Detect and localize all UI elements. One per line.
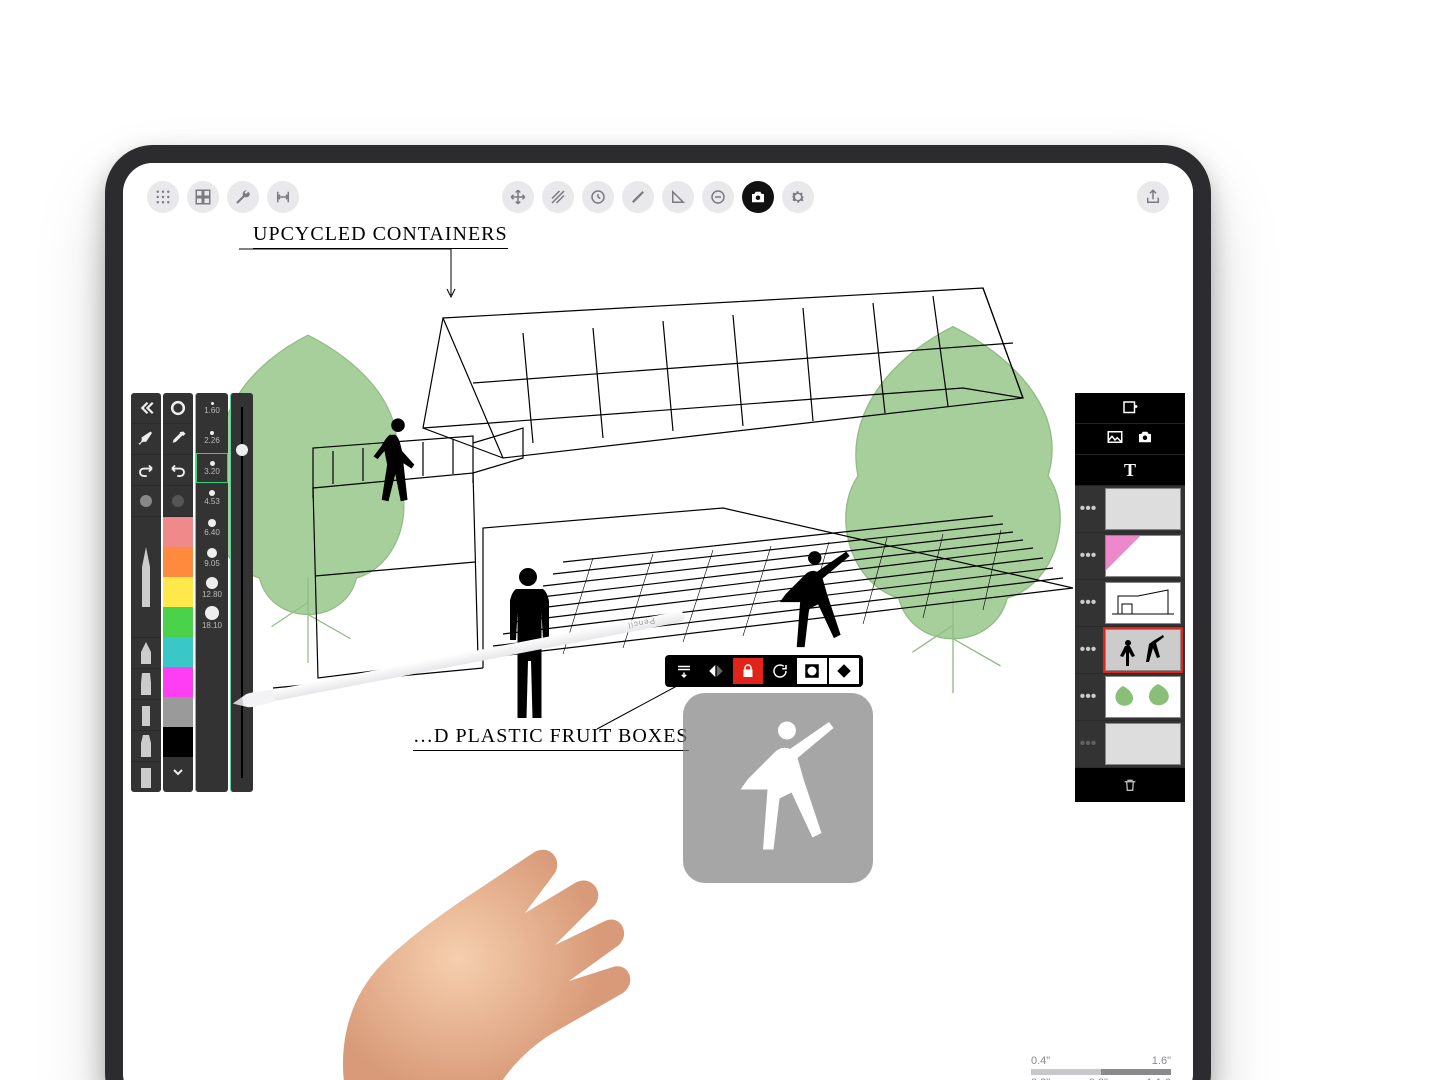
top-left-toolbar <box>143 181 303 213</box>
pen-tip-fine[interactable] <box>131 517 161 638</box>
left-tool-panel: 1.60 2.26 3.20 4.53 6.40 9.05 12.80 18.1… <box>131 393 255 792</box>
lock-icon[interactable] <box>733 658 763 684</box>
brush-size[interactable]: 3.20 <box>196 453 228 483</box>
chevron-down-icon[interactable] <box>163 757 193 787</box>
color-swatch[interactable] <box>163 547 193 577</box>
rotate-icon[interactable] <box>765 658 795 684</box>
color-swatch[interactable] <box>163 727 193 757</box>
brush-size[interactable]: 18.10 <box>196 603 228 633</box>
brush-size[interactable]: 4.53 <box>196 483 228 513</box>
clock-icon[interactable] <box>582 181 614 213</box>
gear-icon[interactable] <box>782 181 814 213</box>
top-center-toolbar <box>498 181 818 213</box>
brush-size-slider[interactable] <box>230 393 253 792</box>
image-icon[interactable] <box>1106 428 1124 451</box>
user-hand <box>293 743 673 1080</box>
visibility-icon[interactable]: ••• <box>1075 735 1101 753</box>
pen-tip-flat[interactable] <box>131 700 161 731</box>
visibility-icon[interactable]: ••• <box>1075 688 1101 706</box>
visibility-icon[interactable]: ••• <box>1075 500 1101 518</box>
right-layer-panel: T ••• ••• ••• ••• ••• ••• <box>1075 393 1185 802</box>
figure-silhouette <box>368 413 428 508</box>
figure-silhouette <box>763 541 853 661</box>
layer-options-bar <box>665 655 863 687</box>
scale-readout: 0.4"1.6" 0.2"0.8"1:1.6 <box>1031 1055 1171 1080</box>
dimension-icon[interactable] <box>267 181 299 213</box>
eyedropper-icon[interactable] <box>163 424 193 455</box>
pen-tip-chisel[interactable] <box>131 669 161 700</box>
share-icon[interactable] <box>1137 181 1169 213</box>
brush-size[interactable]: 6.40 <box>196 513 228 543</box>
grid-icon[interactable] <box>147 181 179 213</box>
layer-row[interactable]: ••• <box>1075 580 1185 627</box>
visibility-icon[interactable]: ••• <box>1075 547 1101 565</box>
diamond-icon[interactable] <box>829 658 859 684</box>
brush-icon[interactable] <box>131 424 161 455</box>
brush-size-column: 1.60 2.26 3.20 4.53 6.40 9.05 12.80 18.1… <box>195 393 228 792</box>
pen-tip-marker[interactable] <box>131 731 161 762</box>
brush-size[interactable]: 12.80 <box>196 573 228 603</box>
undo-icon[interactable] <box>163 455 193 486</box>
layer-preview-overlay[interactable] <box>683 693 873 883</box>
ring-icon[interactable] <box>163 393 193 424</box>
opacity-icon[interactable] <box>131 486 161 517</box>
layer-row[interactable]: ••• <box>1075 674 1185 721</box>
line-icon[interactable] <box>622 181 654 213</box>
angle-icon[interactable] <box>662 181 694 213</box>
collapse-icon[interactable] <box>131 393 161 424</box>
color-swatch[interactable] <box>163 667 193 697</box>
text-icon[interactable]: T <box>1075 455 1185 486</box>
annotation-arrow <box>231 241 461 301</box>
color-swatch[interactable] <box>163 697 193 727</box>
brush-size[interactable]: 9.05 <box>196 543 228 573</box>
jumping-figure-icon <box>708 713 848 863</box>
pen-tip-broad[interactable] <box>131 762 161 792</box>
brush-size[interactable]: 2.26 <box>196 423 228 453</box>
visibility-icon[interactable]: ••• <box>1075 641 1101 659</box>
layer-row[interactable]: ••• <box>1075 533 1185 580</box>
layout-icon[interactable] <box>187 181 219 213</box>
layer-row[interactable]: ••• <box>1075 486 1185 533</box>
eraser-icon[interactable] <box>163 486 193 517</box>
mask-icon[interactable] <box>797 658 827 684</box>
hatch-icon[interactable] <box>542 181 574 213</box>
color-swatch[interactable] <box>163 577 193 607</box>
wrench-icon[interactable] <box>227 181 259 213</box>
brush-size[interactable]: 1.60 <box>196 393 228 423</box>
color-swatch[interactable] <box>163 637 193 667</box>
circle-minus-icon[interactable] <box>702 181 734 213</box>
redo-icon[interactable] <box>131 455 161 486</box>
move-icon[interactable] <box>502 181 534 213</box>
merge-down-icon[interactable] <box>669 658 699 684</box>
add-layer-icon[interactable] <box>1075 393 1185 424</box>
layer-row[interactable]: ••• <box>1075 627 1185 674</box>
trash-icon[interactable] <box>1075 768 1185 802</box>
camera-icon[interactable] <box>742 181 774 213</box>
color-swatch[interactable] <box>163 517 193 547</box>
camera-small-icon[interactable] <box>1136 428 1154 451</box>
visibility-icon[interactable]: ••• <box>1075 594 1101 612</box>
flip-h-icon[interactable] <box>701 658 731 684</box>
layer-row[interactable]: ••• <box>1075 721 1185 768</box>
pen-tip-round[interactable] <box>131 638 161 669</box>
color-swatch[interactable] <box>163 607 193 637</box>
